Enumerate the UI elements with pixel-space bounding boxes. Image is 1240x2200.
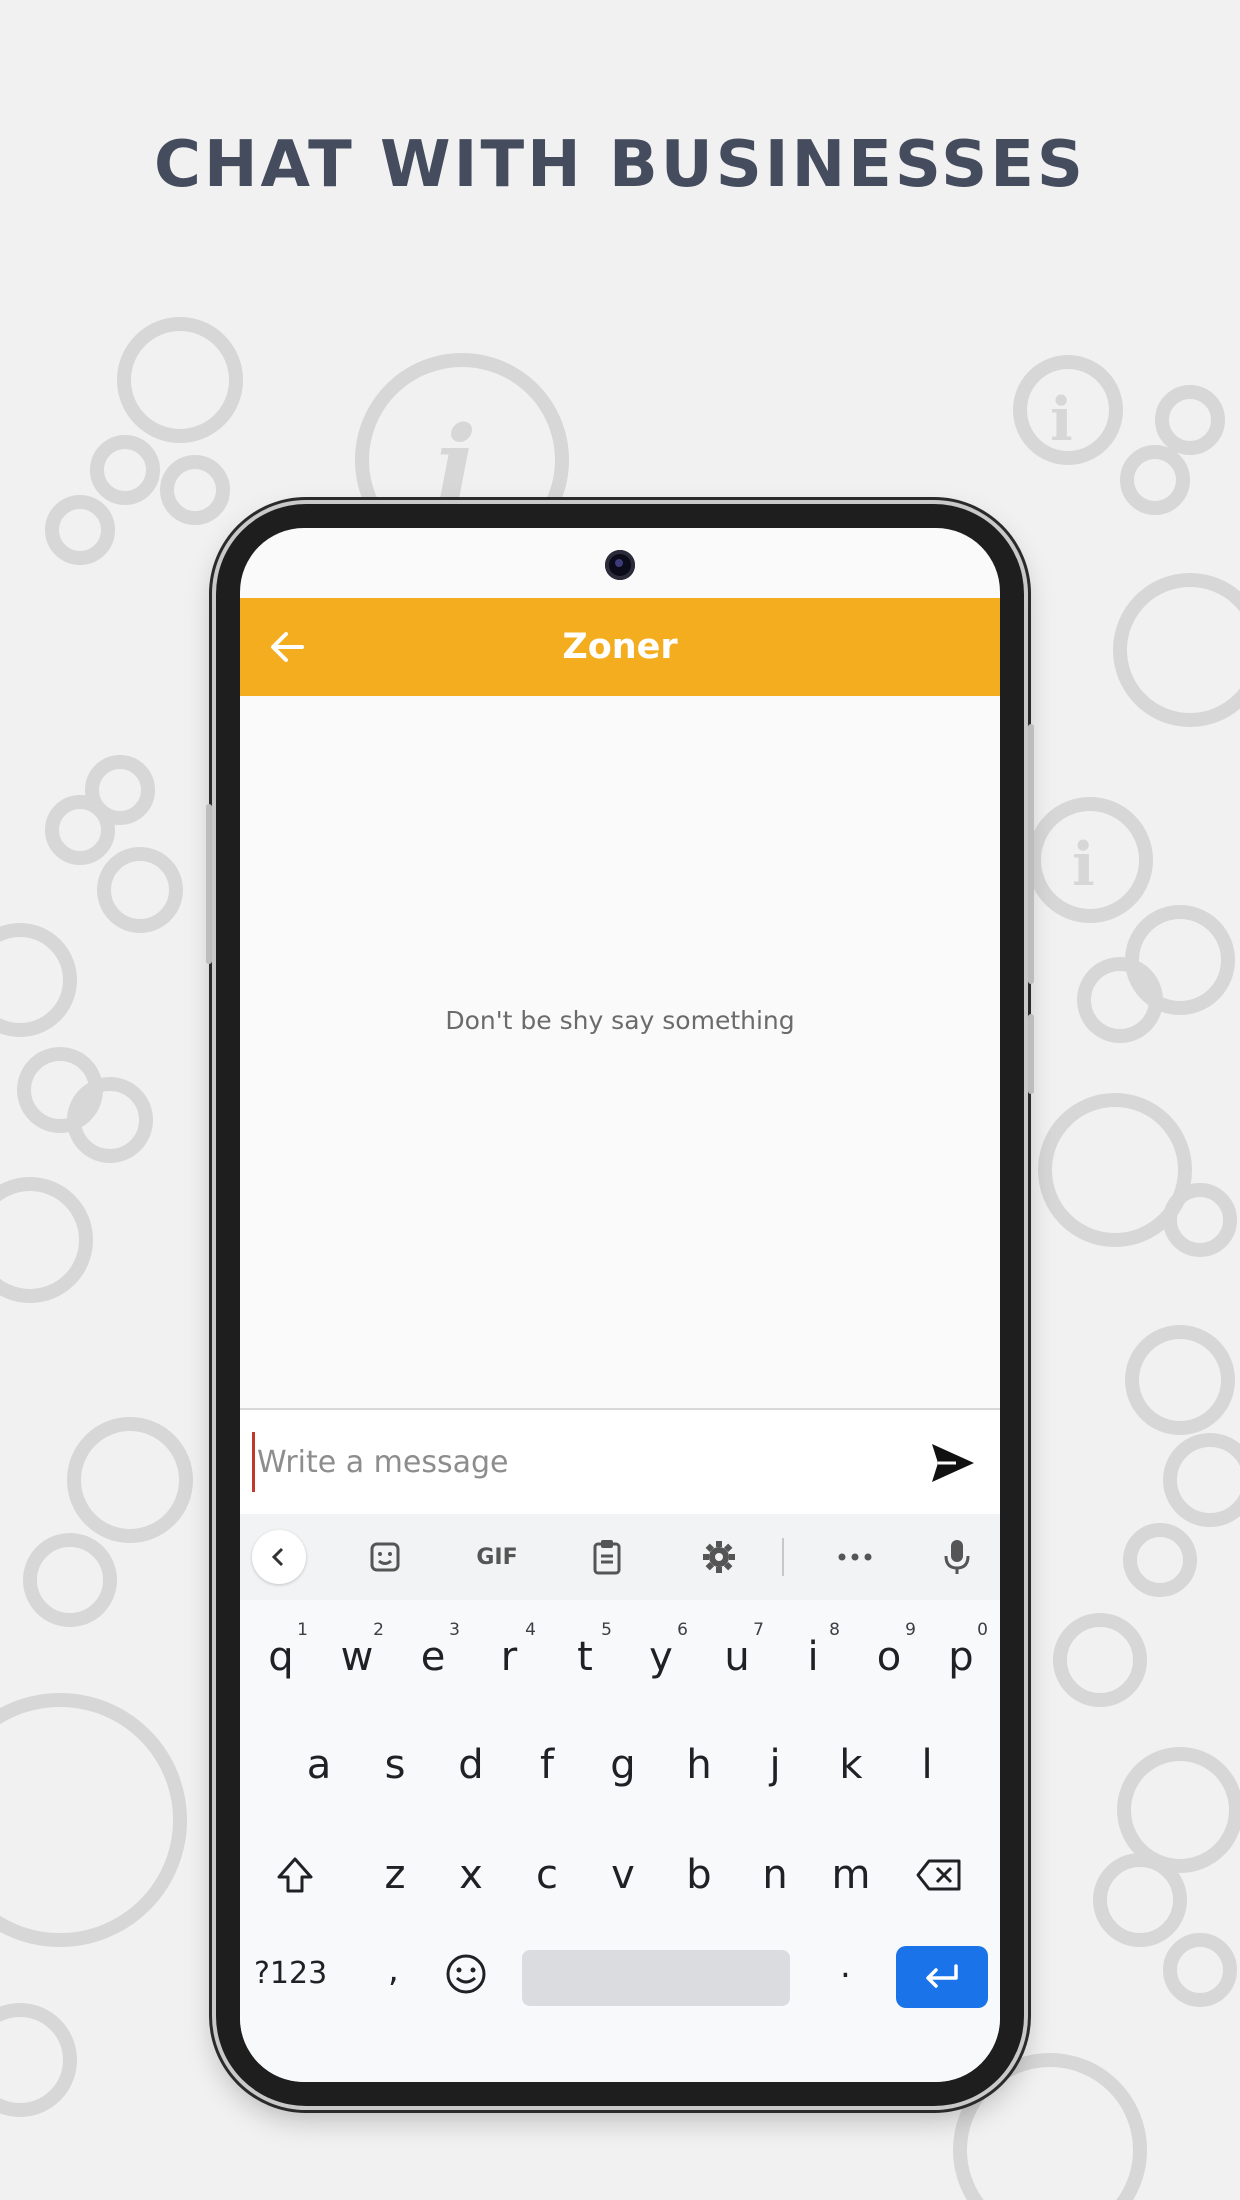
key-b[interactable]: b: [666, 1830, 732, 1920]
key-label: o: [876, 1634, 902, 1680]
key-hint: 6: [677, 1620, 688, 1640]
key-hint: 8: [829, 1620, 840, 1640]
symbols-key[interactable]: ?123: [254, 1956, 327, 1991]
key-s[interactable]: s: [362, 1720, 428, 1810]
emoji-icon: [446, 1954, 486, 1994]
settings-button[interactable]: [692, 1530, 746, 1584]
phone-side-button: [206, 804, 212, 964]
clipboard-icon: [593, 1540, 621, 1575]
key-label: t: [577, 1634, 593, 1680]
key-u[interactable]: u7: [704, 1612, 770, 1702]
back-button[interactable]: [262, 622, 312, 672]
key-hint: 1: [297, 1620, 308, 1640]
enter-key[interactable]: [896, 1946, 988, 2008]
key-c[interactable]: c: [514, 1830, 580, 1920]
sticker-button[interactable]: [358, 1530, 412, 1584]
phone-power-button: [1028, 724, 1034, 984]
key-z[interactable]: z: [362, 1830, 428, 1920]
toolbar-divider: [782, 1538, 784, 1576]
key-label: y: [649, 1634, 673, 1680]
shift-icon: [277, 1857, 313, 1893]
key-j[interactable]: j: [742, 1720, 808, 1810]
key-hint: 0: [977, 1620, 988, 1640]
page-headline: CHAT WITH BUSINESSES: [154, 128, 1086, 202]
phone-screen: Zoner Don't be shy say something Write a…: [240, 528, 1000, 2082]
key-t[interactable]: t5: [552, 1612, 618, 1702]
keyboard-toolbar: GIF: [240, 1514, 1000, 1600]
front-camera: [605, 550, 635, 580]
key-g[interactable]: g: [590, 1720, 656, 1810]
key-label: q: [268, 1634, 294, 1680]
send-button[interactable]: [930, 1442, 976, 1484]
svg-text:i: i: [1050, 385, 1073, 455]
key-r[interactable]: r4: [476, 1612, 542, 1702]
key-l[interactable]: l: [894, 1720, 960, 1810]
key-hint: 4: [525, 1620, 536, 1640]
message-input[interactable]: [252, 1432, 917, 1492]
shift-key[interactable]: [262, 1830, 328, 1920]
key-m[interactable]: m: [818, 1830, 884, 1920]
svg-text:i: i: [1072, 830, 1095, 900]
key-y[interactable]: y6: [628, 1612, 694, 1702]
key-v[interactable]: v: [590, 1830, 656, 1920]
more-options-button[interactable]: [828, 1530, 882, 1584]
sticker-icon: [370, 1542, 400, 1572]
key-o[interactable]: o9: [856, 1612, 922, 1702]
key-i[interactable]: i8: [780, 1612, 846, 1702]
key-e[interactable]: e3: [400, 1612, 466, 1702]
key-d[interactable]: d: [438, 1720, 504, 1810]
key-label: w: [340, 1634, 374, 1680]
key-n[interactable]: n: [742, 1830, 808, 1920]
key-x[interactable]: x: [438, 1830, 504, 1920]
key-hint: 9: [905, 1620, 916, 1640]
key-a[interactable]: a: [286, 1720, 352, 1810]
key-k[interactable]: k: [818, 1720, 884, 1810]
key-q[interactable]: q1: [248, 1612, 314, 1702]
mic-icon: [944, 1540, 970, 1574]
key-label: i: [807, 1634, 819, 1680]
send-icon: [932, 1444, 974, 1482]
key-label: p: [948, 1634, 974, 1680]
key-h[interactable]: h: [666, 1720, 732, 1810]
key-hint: 2: [373, 1620, 384, 1640]
key-f[interactable]: f: [514, 1720, 580, 1810]
space-key[interactable]: [522, 1950, 790, 2006]
key-w[interactable]: w2: [324, 1612, 390, 1702]
gif-button[interactable]: GIF: [462, 1530, 532, 1584]
key-label: e: [420, 1634, 446, 1680]
app-title: Zoner: [562, 627, 678, 667]
phone-mockup: Zoner Don't be shy say something Write a…: [206, 504, 1034, 2106]
period-key[interactable]: .: [840, 1946, 851, 1986]
key-p[interactable]: p0: [928, 1612, 994, 1702]
app-bar: Zoner: [240, 598, 1000, 696]
keyboard-collapse-button[interactable]: [252, 1530, 306, 1584]
chat-messages-area: Don't be shy say something: [240, 696, 1000, 1408]
gear-icon: [703, 1541, 735, 1573]
chevron-left-icon: [271, 1547, 284, 1567]
key-hint: 3: [449, 1620, 460, 1640]
key-hint: 7: [753, 1620, 764, 1640]
empty-state-text: Don't be shy say something: [445, 1006, 795, 1035]
backspace-key[interactable]: [906, 1830, 972, 1920]
key-hint: 5: [601, 1620, 612, 1640]
arrow-left-icon: [271, 632, 304, 662]
backspace-icon: [916, 1859, 961, 1891]
enter-icon: [926, 1964, 958, 1988]
message-composer: [240, 1408, 1000, 1516]
key-label: u: [724, 1634, 750, 1680]
keyboard-keys: q1 w2 e3 r4 t5 y6 u7 i8 o9 p0 a s d f g …: [240, 1600, 1000, 2082]
phone-volume-button: [1028, 1014, 1034, 1094]
more-icon: [838, 1553, 872, 1561]
clipboard-button[interactable]: [580, 1530, 634, 1584]
comma-key[interactable]: ,: [388, 1950, 399, 1990]
emoji-key[interactable]: [444, 1952, 488, 2000]
voice-input-button[interactable]: [930, 1530, 984, 1584]
key-label: r: [500, 1634, 518, 1680]
